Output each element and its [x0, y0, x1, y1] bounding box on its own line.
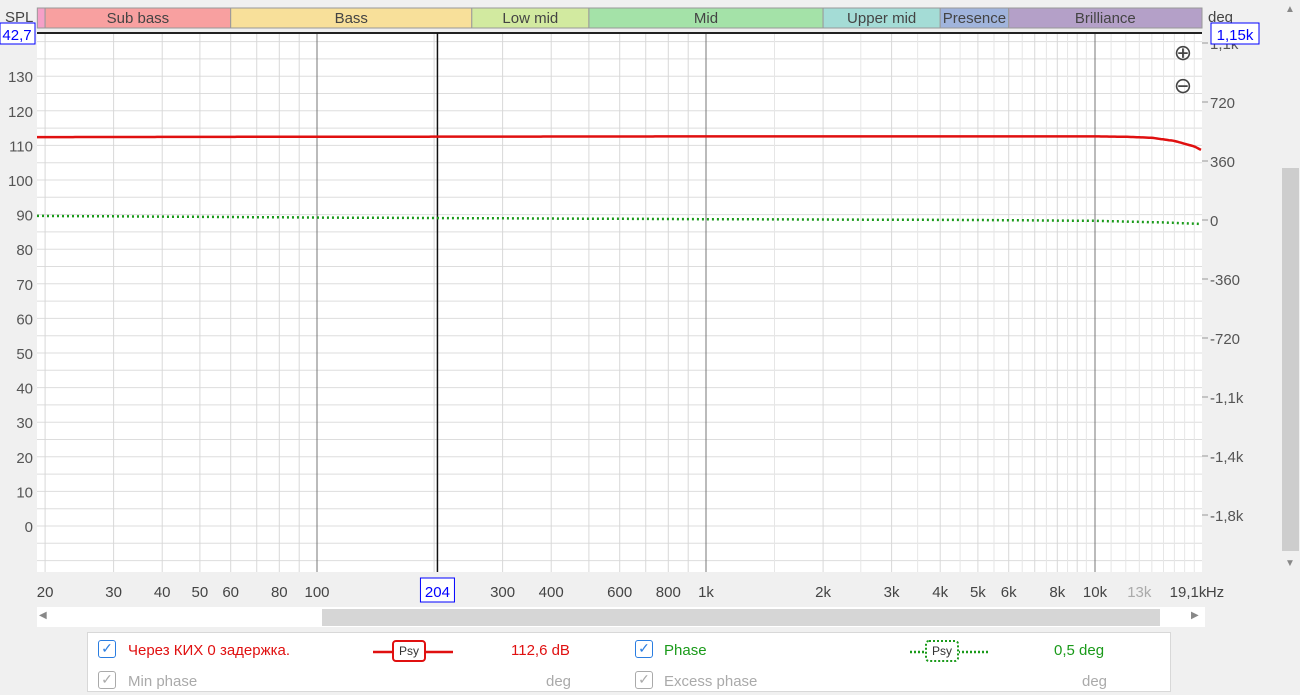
- x-tick-label: 50: [192, 584, 209, 601]
- vertical-scroll-thumb[interactable]: [1282, 168, 1299, 551]
- zoom-in-icon[interactable]: ⊕: [1174, 40, 1192, 65]
- legend-panel: ✓ Через КИХ 0 задержка. Psy 112,6 dB ✓ P…: [87, 632, 1171, 692]
- y2-tick-label: -1,1k: [1210, 390, 1244, 407]
- x-tick-label: 400: [539, 584, 564, 601]
- y-tick-label: 60: [16, 311, 33, 328]
- legend-row-spl: ✓ Через КИХ 0 задержка. Psy 112,6 dB ✓ P…: [88, 640, 1170, 664]
- vertical-scrollbar[interactable]: ▲ ▼: [1281, 0, 1300, 575]
- y-tick-label: 0: [25, 519, 33, 536]
- spl-trace-label: Через КИХ 0 задержка.: [128, 642, 291, 659]
- scroll-right-icon[interactable]: ▶: [1191, 610, 1199, 621]
- left-cursor-value: 42,7: [2, 27, 31, 44]
- y2-tick-label: -1,8k: [1210, 508, 1244, 525]
- x-tick-label: 4k: [932, 584, 948, 601]
- y-tick-label: 90: [16, 208, 33, 225]
- horizontal-scrollbar[interactable]: ◀ ▶: [37, 607, 1205, 627]
- x-tick-label: 6k: [1001, 584, 1017, 601]
- min-phase-checkbox[interactable]: ✓: [98, 671, 116, 689]
- band-label: Sub bass: [107, 10, 170, 27]
- x-tick-label: 100: [304, 584, 329, 601]
- x-tick-label: 300: [490, 584, 515, 601]
- phase-value: 0,5 deg: [1054, 642, 1105, 659]
- x-tick-label: 3k: [884, 584, 900, 601]
- band-label: Low mid: [502, 10, 558, 27]
- y-tick-label: 20: [16, 450, 33, 467]
- phase-trace-label: Phase: [664, 642, 707, 659]
- y-tick-label: 110: [9, 138, 33, 155]
- band-label: Brilliance: [1075, 10, 1136, 27]
- y-tick-label: 80: [16, 242, 33, 259]
- phase-trace-badge[interactable]: Psy: [925, 640, 959, 662]
- band-label: Upper mid: [847, 10, 916, 27]
- spl-value: 112,6 dB: [511, 642, 570, 659]
- scroll-up-icon[interactable]: ▲: [1285, 4, 1295, 15]
- spl-checkbox[interactable]: ✓: [98, 640, 116, 658]
- y-tick-label: 10: [16, 484, 33, 501]
- y-tick-label: 30: [16, 415, 33, 432]
- band-label: Mid: [694, 10, 718, 27]
- x-unit-label: Hz: [1206, 584, 1224, 601]
- spl-trace-badge[interactable]: Psy: [392, 640, 426, 662]
- y-tick-label: 70: [16, 277, 33, 294]
- excess-phase-checkbox[interactable]: ✓: [635, 671, 653, 689]
- horizontal-scroll-thumb[interactable]: [322, 609, 1160, 626]
- y2-tick-label: 720: [1210, 95, 1235, 112]
- y2-tick-label: 360: [1210, 154, 1235, 171]
- x-tick-label: 800: [656, 584, 681, 601]
- y-tick-label: 100: [8, 173, 33, 190]
- y-tick-label: 50: [16, 346, 33, 363]
- x-tick-label: 600: [607, 584, 632, 601]
- y2-tick-label: -720: [1210, 331, 1240, 348]
- x-tick-label: 2k: [815, 584, 831, 601]
- x-tick-label: 80: [271, 584, 288, 601]
- x-cursor-value: 204: [425, 584, 450, 601]
- x-tick-label: 60: [222, 584, 239, 601]
- y2-tick-label: -360: [1210, 272, 1240, 289]
- y2-tick-label: -1,4k: [1210, 449, 1244, 466]
- frequency-response-chart[interactable]: Sub bass Bass Low mid Mid Upper mid Presence B…: [0, 0, 1280, 605]
- x-tick-label: 5k: [970, 584, 986, 601]
- band-label: Presence: [943, 10, 1006, 27]
- legend-row-disabled: ✓ Min phase deg ✓ Excess phase deg: [88, 671, 1170, 695]
- scroll-left-icon[interactable]: ◀: [39, 610, 47, 621]
- scroll-down-icon[interactable]: ▼: [1285, 558, 1295, 569]
- zoom-out-icon[interactable]: ⊖: [1174, 73, 1192, 98]
- x-tick-label: 8k: [1049, 584, 1065, 601]
- right-cursor-value: 1,15k: [1217, 27, 1254, 44]
- y-tick-label: 40: [16, 381, 33, 398]
- x-tick-label: 40: [154, 584, 171, 601]
- x-tick-label: 1k: [698, 584, 714, 601]
- y-tick-label: 130: [8, 69, 33, 86]
- x-tick-label: 13k: [1127, 584, 1152, 601]
- x-tick-label: 20: [37, 584, 54, 601]
- y2-tick-label: 0: [1210, 213, 1218, 230]
- x-tick-label: 19,1k: [1170, 584, 1207, 601]
- band-label: Bass: [335, 10, 368, 27]
- band-edge: [36, 7, 46, 29]
- x-tick-label: 10k: [1083, 584, 1108, 601]
- phase-checkbox[interactable]: ✓: [635, 640, 653, 658]
- y-tick-label: 120: [8, 104, 33, 121]
- x-tick-label: 30: [105, 584, 122, 601]
